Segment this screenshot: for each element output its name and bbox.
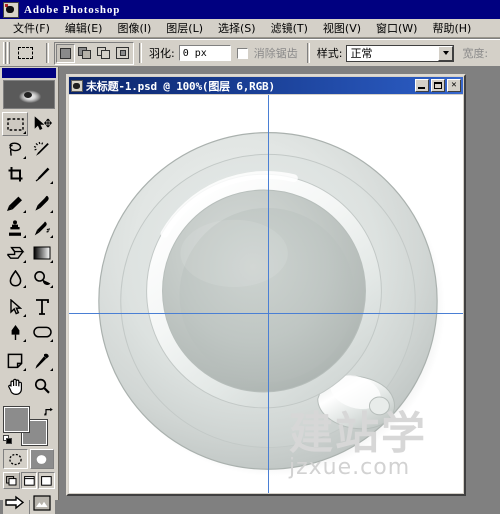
options-bar-grip[interactable] [3, 42, 10, 64]
maximize-button[interactable] [431, 79, 445, 92]
tool-group-retouch [2, 191, 57, 291]
jump-to-imageready-button[interactable] [3, 492, 29, 514]
full-screen-with-menubar-button[interactable] [20, 472, 38, 489]
rectangular-marquee-tool[interactable] [2, 112, 28, 136]
tool-options-bar: 羽化: 0 px 消除锯齿 样式: 正常 宽度: [0, 39, 500, 67]
vertical-guide[interactable] [267, 95, 269, 493]
add-to-selection-button[interactable] [75, 43, 94, 63]
antialias-label: 消除锯齿 [253, 47, 298, 60]
move-tool[interactable] [29, 112, 55, 136]
screen-mode-group [3, 472, 56, 489]
horizontal-guide[interactable] [69, 313, 463, 315]
type-tool[interactable] [29, 295, 55, 319]
healing-brush-tool[interactable] [2, 191, 28, 215]
toolbox-titlebar[interactable] [2, 68, 56, 78]
menubar: 文件(F) 编辑(E) 图像(I) 图层(L) 选择(S) 滤镜(T) 视图(V… [0, 19, 500, 38]
color-swatches [3, 404, 55, 446]
selection-mode-group [54, 41, 134, 65]
menu-view[interactable]: 视图(V) [316, 18, 369, 38]
standard-screen-mode-button[interactable] [3, 472, 20, 489]
close-button[interactable]: ✕ [447, 79, 461, 92]
clone-stamp-tool[interactable] [2, 216, 28, 240]
cup-and-saucer-artwork: 建站学 jzxue.com [69, 95, 463, 493]
gradient-tool[interactable] [29, 241, 55, 265]
divider [46, 43, 49, 63]
document-title: 未标题-1.psd @ 100%(图层 6,RGB) [86, 79, 275, 93]
tool-group-annotation [2, 349, 57, 399]
chevron-down-icon[interactable] [438, 45, 454, 61]
style-label: 样式: [316, 47, 343, 60]
rounded-rectangle-tool[interactable] [29, 320, 55, 344]
eyedropper-tool[interactable] [29, 349, 55, 373]
divider [306, 43, 310, 63]
window-buttons: ✕ [413, 79, 461, 92]
photoshop-eye-banner-icon [3, 80, 55, 109]
menu-edit[interactable]: 编辑(E) [58, 18, 111, 38]
document-icon [71, 79, 83, 92]
divider [139, 43, 142, 63]
intersect-with-selection-button[interactable] [113, 43, 132, 63]
style-select[interactable]: 正常 [346, 44, 455, 62]
menu-image[interactable]: 图像(I) [110, 18, 159, 38]
menu-filter[interactable]: 滤镜(T) [264, 18, 316, 38]
antialias-checkbox[interactable] [236, 47, 248, 59]
new-selection-button[interactable] [56, 43, 75, 63]
photoshop-application-window: Adobe Photoshop 文件(F) 编辑(E) 图像(I) 图层(L) … [0, 0, 500, 514]
rectangular-marquee-icon[interactable] [14, 42, 36, 64]
full-screen-mode-button[interactable] [38, 472, 56, 489]
pen-tool[interactable] [2, 320, 28, 344]
menu-help[interactable]: 帮助(H) [425, 18, 479, 38]
swap-colors-icon[interactable] [44, 404, 55, 416]
hand-tool[interactable] [2, 374, 28, 398]
subtract-from-selection-button[interactable] [94, 43, 113, 63]
tool-group-selection [2, 112, 57, 187]
zoom-tool[interactable] [29, 374, 55, 398]
application-titlebar: Adobe Photoshop [0, 0, 500, 19]
eraser-tool[interactable] [2, 241, 28, 265]
imageready-preview-button[interactable] [29, 492, 55, 514]
feather-input[interactable]: 0 px [178, 45, 231, 61]
foreground-color-swatch[interactable] [3, 406, 30, 433]
standard-mode-button[interactable] [3, 449, 28, 469]
photoshop-logo-icon [3, 1, 19, 18]
width-label: 宽度: [462, 47, 489, 60]
slice-tool[interactable] [29, 162, 55, 186]
magic-wand-tool[interactable] [29, 137, 55, 161]
blur-tool[interactable] [2, 266, 28, 290]
menu-select[interactable]: 选择(S) [211, 18, 264, 38]
crop-tool[interactable] [2, 162, 28, 186]
jump-to-group [3, 492, 56, 514]
feather-label: 羽化: [149, 47, 175, 60]
document-titlebar[interactable]: 未标题-1.psd @ 100%(图层 6,RGB) ✕ [69, 77, 463, 94]
reset-colors-icon[interactable] [3, 435, 14, 446]
toolbox-palette [0, 67, 59, 514]
minimize-button[interactable] [415, 79, 429, 92]
tool-group-vector [2, 295, 57, 345]
menu-window[interactable]: 窗口(W) [369, 18, 425, 38]
path-selection-tool[interactable] [2, 295, 28, 319]
document-canvas[interactable]: 建站学 jzxue.com [69, 95, 463, 493]
menu-layer[interactable]: 图层(L) [159, 18, 211, 38]
history-brush-tool[interactable] [29, 216, 55, 240]
notes-tool[interactable] [2, 349, 28, 373]
brush-tool[interactable] [29, 191, 55, 215]
style-selected-value: 正常 [350, 47, 373, 60]
lasso-tool[interactable] [2, 137, 28, 161]
quick-mask-mode-button[interactable] [29, 449, 54, 469]
menu-file[interactable]: 文件(F) [6, 18, 58, 38]
dodge-tool[interactable] [29, 266, 55, 290]
document-window: 未标题-1.psd @ 100%(图层 6,RGB) ✕ 建站学 jzxue.c… [66, 74, 466, 496]
application-title: Adobe Photoshop [24, 3, 121, 16]
cup-and-saucer-illustration [98, 132, 446, 477]
mask-mode-group [3, 449, 56, 469]
